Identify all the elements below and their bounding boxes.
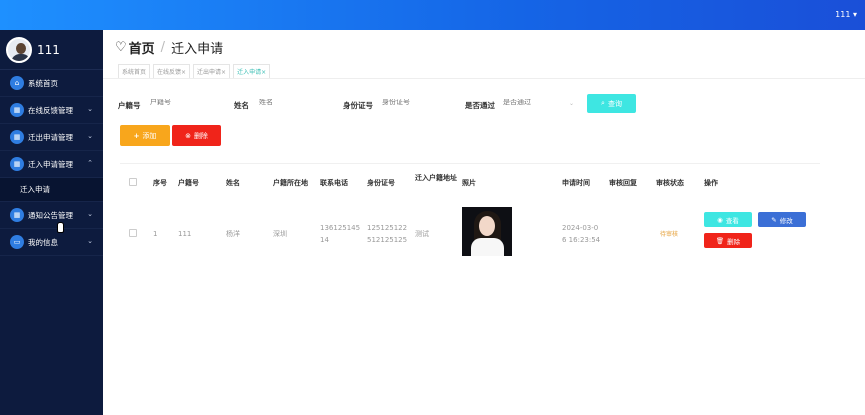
select-all-checkbox[interactable] [129,178,137,186]
cell-household: 111 [178,230,192,238]
page-title: ♡ 首页 / 迁入申请 [115,38,223,57]
cell-time-line2: 6 16:23:54 [562,236,601,244]
tag-bar: 系统首页 在线反馈× 迁出申请× 迁入申请× [118,64,273,79]
grid-icon: ▦ [10,157,24,171]
avatar [6,36,32,63]
row-delete-button-label: 删除 [727,237,741,246]
cell-id-line2: 512125125 [367,236,408,244]
sidebar: 111 ⌂ 系统首页 ▦ 在线反馈管理 ⌄ ▦ 迁出申请管理 ⌄ ▦ 迁入申请管… [0,30,103,415]
query-button[interactable]: ⌕ 查询 [587,94,636,113]
sidebar-item-label: 系统首页 [28,78,58,88]
view-button-label: 查看 [725,216,739,225]
tag-feedback[interactable]: 在线反馈× [153,64,191,79]
name-label: 姓名 [234,101,249,110]
chevron-down-icon: ⌄ [569,100,575,107]
sidebar-subitem-label: 迁入申请 [20,185,50,194]
delete-button-label: 删除 [193,131,208,140]
delete-icon: ⊗ [185,131,191,140]
sidebar-username: 111 [37,42,60,57]
top-bar: 111 ▾ [0,0,865,30]
col-header-location: 户籍所在地 [273,179,308,187]
status-badge: 待审核 [660,231,679,238]
col-header-index: 序号 [153,179,167,187]
household-label: 户籍号 [118,101,141,110]
sidebar-item-label: 迁出申请管理 [28,132,73,142]
cell-location: 深圳 [273,230,287,238]
search-icon: ⌕ [601,99,605,107]
breadcrumb-home[interactable]: 首页 [129,38,155,57]
main-content: ♡ 首页 / 迁入申请 系统首页 在线反馈× 迁出申请× 迁入申请× 户籍号 姓… [103,30,865,415]
chevron-down-icon: ⌄ [87,210,93,218]
sidebar-item-home[interactable]: ⌂ 系统首页 [0,70,103,97]
col-header-reply: 审核回复 [609,179,637,187]
cell-phone-line2: 14 [320,236,329,244]
chevron-up-icon: ⌃ [87,159,93,167]
breadcrumb-separator: / [160,40,166,55]
grid-icon: ▦ [10,130,24,144]
col-header-address: 迁入户籍地址 [415,174,457,182]
grid-icon: ▦ [10,208,24,222]
heart-icon: ♡ [115,40,127,55]
breadcrumb-current: 迁入申请 [171,42,224,57]
col-header-time: 申请时间 [562,179,590,187]
sidebar-item-feedback[interactable]: ▦ 在线反馈管理 ⌄ [0,97,103,124]
sidebar-subitem-movein-apply[interactable]: 迁入申请 [0,178,103,202]
cell-time-line1: 2024-03-0 [562,224,599,232]
id-input[interactable] [382,99,452,106]
household-input[interactable] [150,99,220,106]
tag-movein[interactable]: 迁入申请× [233,64,271,79]
col-header-status: 审核状态 [656,179,684,187]
delete-button[interactable]: ⊗ 删除 [172,125,221,146]
sidebar-item-movein[interactable]: ▦ 迁入申请管理 ⌃ [0,151,103,178]
col-header-name: 姓名 [226,179,240,187]
add-button-label: 添加 [142,131,157,140]
sidebar-item-label: 在线反馈管理 [28,105,73,115]
eye-icon: ◉ [717,215,723,224]
row-checkbox[interactable] [129,229,137,237]
chevron-down-icon: ⌄ [87,132,93,140]
add-button[interactable]: + 添加 [120,125,170,146]
trash-icon: 🗑 [715,236,725,245]
sidebar-profile: 111 [0,30,103,70]
cell-name: 杨洋 [226,230,240,238]
col-header-phone: 联系电话 [320,179,348,187]
edit-icon: ✎ [771,215,777,224]
col-header-actions: 操作 [704,179,718,187]
sidebar-item-label: 我的信息 [28,237,58,247]
edit-button[interactable]: ✎ 修改 [758,212,806,227]
id-label: 身份证号 [343,101,373,110]
cell-photo[interactable] [462,207,512,256]
table-divider [120,163,820,164]
tag-moveout[interactable]: 迁出申请× [193,64,231,79]
tag-home[interactable]: 系统首页 [118,64,151,79]
cell-index: 1 [153,230,158,238]
chevron-down-icon: ⌄ [87,237,93,245]
user-menu[interactable]: 111 ▾ [835,10,857,19]
edit-button-label: 修改 [779,216,793,225]
card-icon: ▭ [10,235,24,249]
name-input[interactable] [259,99,329,106]
grid-icon: ▦ [10,103,24,117]
cell-phone-line1: 136125145 [320,224,361,232]
col-header-photo: 照片 [462,179,476,187]
sidebar-item-notice[interactable]: ▦ 通知公告管理 ⌄ [0,202,103,229]
divider [103,78,865,79]
sidebar-item-moveout[interactable]: ▦ 迁出申请管理 ⌄ [0,124,103,151]
sidebar-item-myinfo[interactable]: ▭ 我的信息 ⌄ [0,229,103,256]
row-delete-button[interactable]: 🗑 删除 [704,233,752,248]
sidebar-item-label: 迁入申请管理 [28,159,73,169]
query-button-label: 查询 [607,99,622,108]
cell-address: 测试 [415,230,429,238]
plus-icon: + [133,131,140,140]
approved-label: 是否通过 [465,101,495,110]
cell-id-line1: 125125122 [367,224,408,232]
chevron-down-icon: ⌄ [87,105,93,113]
sidebar-item-label: 通知公告管理 [28,210,73,220]
approved-select[interactable] [503,99,573,106]
home-icon: ⌂ [10,76,24,90]
col-header-household: 户籍号 [178,179,199,187]
view-button[interactable]: ◉ 查看 [704,212,752,227]
col-header-id: 身份证号 [367,179,395,187]
